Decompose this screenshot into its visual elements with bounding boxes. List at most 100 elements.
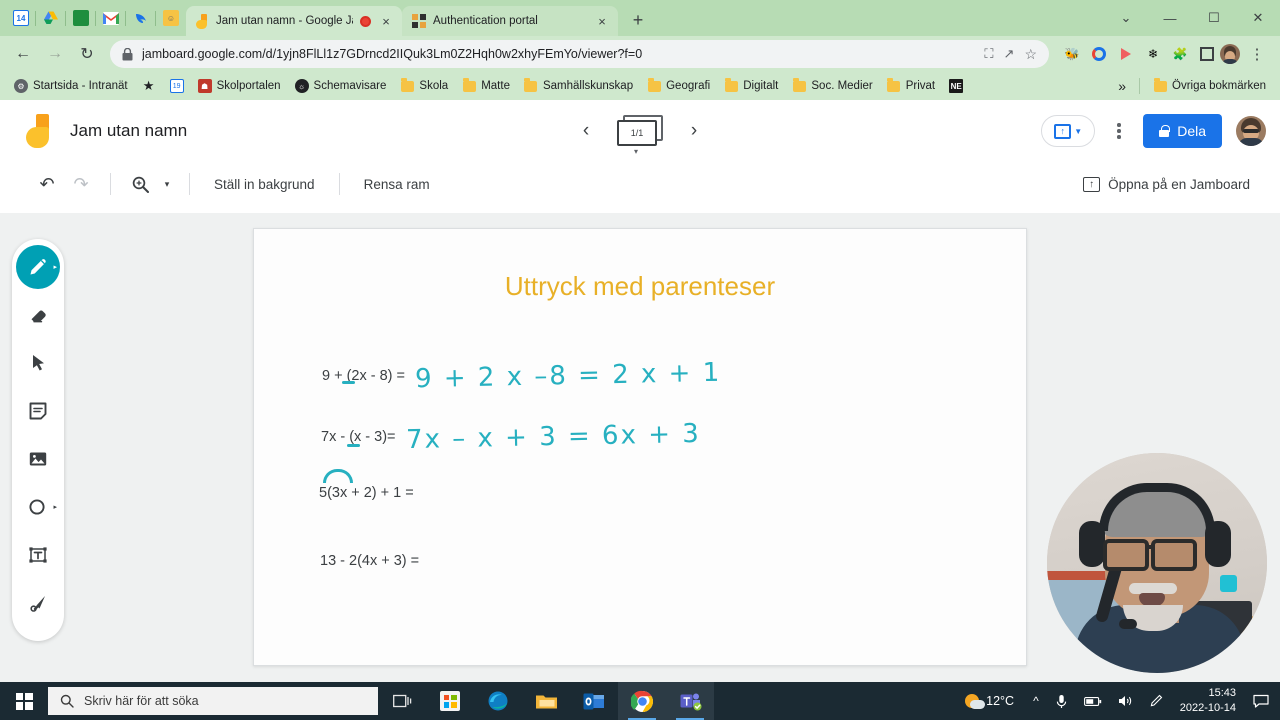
tab-authentication-portal[interactable]: Authentication portal ×	[402, 6, 618, 36]
taskbar-search-input[interactable]: Skriv här för att söka	[48, 687, 378, 715]
bookmark-folder-matte[interactable]: Matte	[456, 76, 516, 96]
tab-close-button[interactable]: ×	[594, 13, 610, 29]
volume-icon[interactable]	[1111, 682, 1140, 720]
start-button[interactable]	[0, 682, 48, 720]
jam-board-canvas[interactable]: Uttryck med parenteser 9 + (2x - 8) = 9 …	[253, 228, 1027, 666]
recording-indicator-icon[interactable]	[360, 15, 371, 27]
forward-button[interactable]: →	[40, 39, 70, 69]
play-icon[interactable]	[1115, 43, 1137, 65]
pinned-tab-contacts[interactable]: ☺	[156, 4, 186, 32]
notifications-icon[interactable]	[1246, 682, 1276, 720]
taskbar-apps	[378, 682, 714, 720]
page-title[interactable]: Jam utan namn	[70, 121, 187, 141]
tab-title: Jam utan namn - Google Jam	[216, 15, 353, 27]
bookmark-star[interactable]: ★	[136, 76, 162, 96]
edge-icon[interactable]	[474, 682, 522, 720]
other-bookmarks-folder[interactable]: Övriga bokmärken	[1147, 76, 1272, 96]
outlook-icon[interactable]	[570, 682, 618, 720]
text-box-tool[interactable]	[16, 533, 60, 577]
ink-arc-mark	[323, 469, 353, 483]
more-options-button[interactable]	[1105, 117, 1133, 145]
set-background-button[interactable]: Ställ in bakgrund	[202, 171, 327, 198]
redo-button[interactable]: ↷	[64, 167, 98, 201]
chevron-right-icon[interactable]: ▸	[53, 503, 57, 511]
chevron-up-icon[interactable]: ^	[1026, 682, 1046, 720]
clock[interactable]: 15:43 2022-10-14	[1172, 682, 1244, 720]
tab-jamboard[interactable]: Jam utan namn - Google Jam ×	[186, 6, 402, 36]
microsoft-store-icon[interactable]	[426, 682, 474, 720]
minimize-button[interactable]: —	[1148, 0, 1192, 36]
webcam-overlay[interactable]	[1047, 453, 1267, 673]
tab-strip: 14 ☺ Jam utan namn - Google Jam × Authen…	[0, 0, 1280, 36]
task-view-icon[interactable]	[378, 682, 426, 720]
bookmark-folder-privat[interactable]: Privat	[881, 76, 941, 96]
bookmark-folder-soc-medier[interactable]: Soc. Medier	[786, 76, 878, 96]
pinned-tab-keep[interactable]	[66, 4, 96, 32]
pinned-tab-gmail[interactable]	[96, 4, 126, 32]
pinned-tab-calendar[interactable]: 14	[6, 4, 36, 32]
previous-frame-button[interactable]: ‹	[575, 120, 597, 142]
chevron-down-icon[interactable]: ⌄	[1104, 0, 1148, 36]
shape-tool[interactable]: ▸	[16, 485, 60, 529]
chevron-down-icon[interactable]: ▼	[1074, 127, 1082, 136]
frame-selector[interactable]: 1/1 ▾	[617, 115, 663, 156]
new-tab-button[interactable]: +	[624, 6, 652, 34]
image-tool[interactable]	[16, 437, 60, 481]
zoom-in-icon[interactable]	[123, 167, 157, 201]
laser-pointer-tool[interactable]	[16, 581, 60, 625]
pinned-tab-bird[interactable]	[126, 4, 156, 32]
next-frame-button[interactable]: ›	[683, 120, 705, 142]
circle-icon[interactable]	[1088, 43, 1110, 65]
chevron-right-icon[interactable]: ▸	[53, 263, 57, 271]
back-button[interactable]: ←	[8, 39, 38, 69]
eraser-tool[interactable]	[16, 293, 60, 337]
close-window-button[interactable]: ✕	[1236, 0, 1280, 36]
other-bookmarks-label: Övriga bokmärken	[1172, 80, 1266, 92]
pen-tool[interactable]: ▸	[16, 245, 60, 289]
sidepanel-icon[interactable]	[1196, 43, 1218, 65]
bookmark-folder-samhallskunskap[interactable]: Samhällskunskap	[518, 76, 639, 96]
bird-icon	[135, 13, 146, 23]
clear-frame-button[interactable]: Rensa ram	[352, 171, 442, 198]
present-button[interactable]: ↑ ▼	[1041, 115, 1096, 147]
profile-avatar[interactable]	[1220, 44, 1240, 64]
share-button[interactable]: Dela	[1143, 114, 1222, 148]
puzzle-icon[interactable]: 🧩	[1169, 43, 1191, 65]
bookmark-folder-digitalt[interactable]: Digitalt	[718, 76, 784, 96]
cast-icon[interactable]: ⛶	[984, 46, 993, 62]
tab-close-button[interactable]: ×	[378, 13, 394, 29]
search-icon	[60, 694, 74, 708]
account-avatar[interactable]	[1236, 116, 1266, 146]
bookmark-skolportalen[interactable]: ☗ Skolportalen	[192, 76, 287, 96]
bookmark-startsida[interactable]: ⚙ Startsida - Intranät	[8, 76, 134, 96]
microphone-icon[interactable]	[1048, 682, 1075, 720]
battery-icon[interactable]	[1077, 682, 1109, 720]
bookmark-folder-geografi[interactable]: Geografi	[641, 76, 716, 96]
undo-button[interactable]: ↶	[30, 167, 64, 201]
bookmark-star-icon[interactable]: ☆	[1024, 46, 1037, 63]
open-on-jamboard-button[interactable]: ↑ Öppna på en Jamboard	[1083, 176, 1250, 192]
address-bar[interactable]: jamboard.google.com/d/1yjn8FlLl1z7GDrncd…	[110, 40, 1049, 68]
bookmark-folder-skola[interactable]: Skola	[394, 76, 454, 96]
bee-icon[interactable]: 🐝	[1061, 43, 1083, 65]
bookmark-calendar[interactable]: 19	[164, 76, 190, 96]
chevron-down-icon[interactable]: ▾	[634, 147, 638, 156]
chrome-menu-button[interactable]: ⋮	[1242, 39, 1272, 69]
pen-icon[interactable]	[1142, 682, 1170, 720]
weather-widget[interactable]: 12°C	[955, 694, 1024, 709]
zoom-dropdown-button[interactable]: ▾	[157, 167, 177, 201]
pinned-tab-drive[interactable]	[36, 4, 66, 32]
file-explorer-icon[interactable]	[522, 682, 570, 720]
flower-icon[interactable]: ❄	[1142, 43, 1164, 65]
sticky-note-tool[interactable]	[16, 389, 60, 433]
chrome-icon[interactable]	[618, 682, 666, 720]
teams-icon[interactable]	[666, 682, 714, 720]
select-tool[interactable]	[16, 341, 60, 385]
bookmark-ne[interactable]: NE	[943, 76, 969, 96]
expression-printed: 13 - 2(4x + 3) =	[320, 553, 420, 569]
bookmark-schemavisare[interactable]: ☼ Schemavisare	[289, 76, 393, 96]
share-icon[interactable]: ↗	[1004, 46, 1015, 62]
bookmarks-overflow-button[interactable]: »	[1112, 75, 1132, 97]
maximize-button[interactable]: ☐	[1192, 0, 1236, 36]
reload-button[interactable]: ↻	[72, 39, 102, 69]
